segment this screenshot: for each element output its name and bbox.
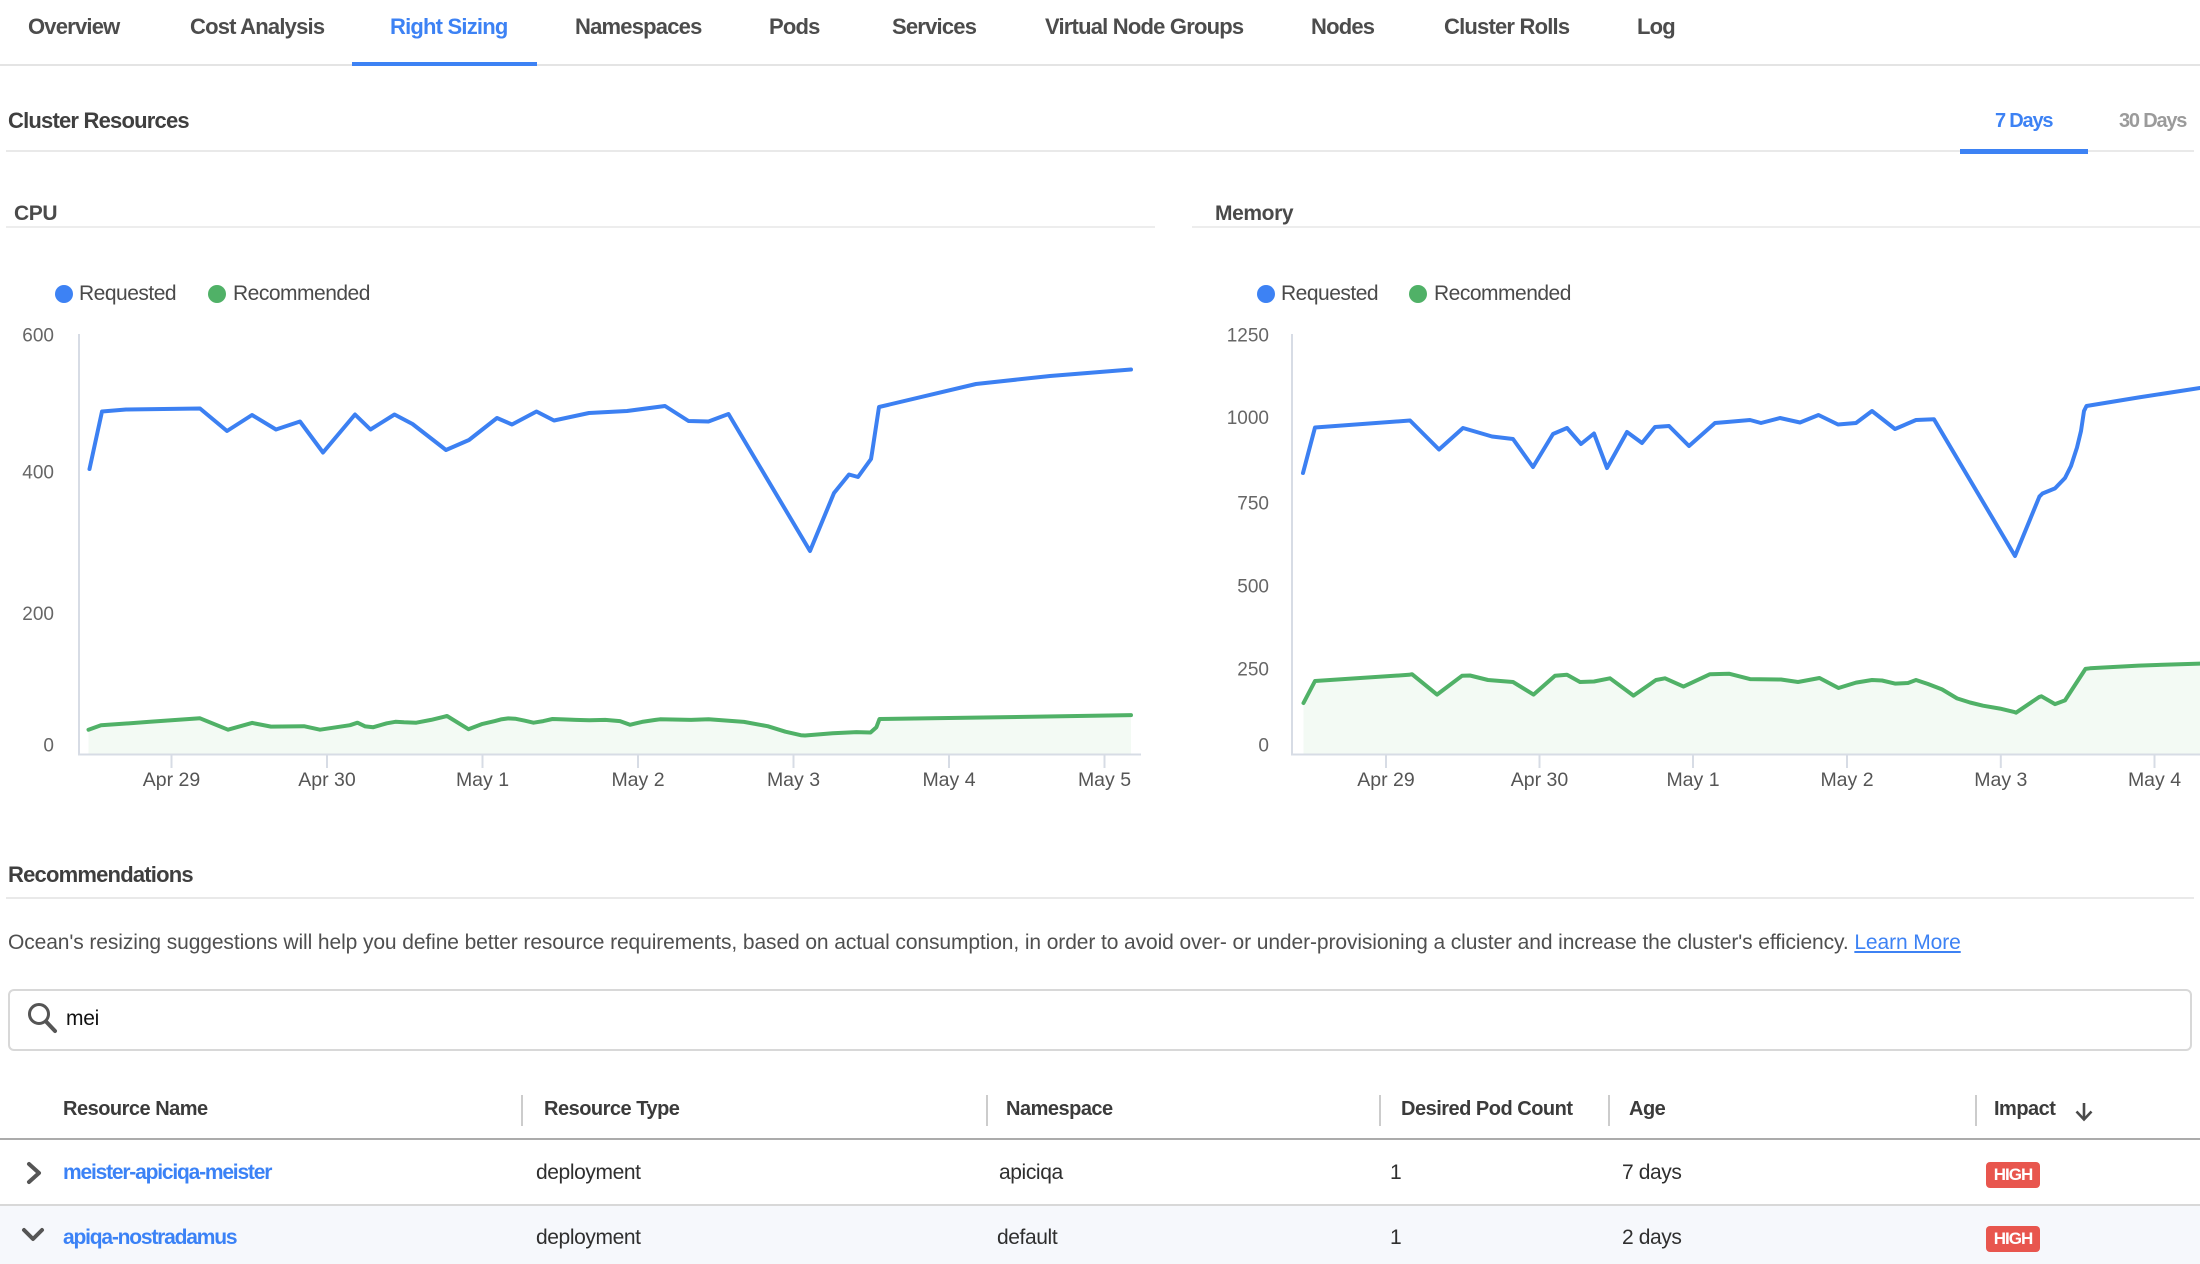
svg-text:Apr 29: Apr 29 bbox=[143, 769, 200, 791]
svg-text:0: 0 bbox=[1258, 736, 1269, 757]
svg-text:1250: 1250 bbox=[1227, 326, 1269, 347]
svg-text:May 2: May 2 bbox=[611, 769, 664, 791]
svg-text:750: 750 bbox=[1237, 494, 1269, 515]
svg-text:0: 0 bbox=[43, 736, 54, 757]
svg-text:1000: 1000 bbox=[1227, 408, 1269, 429]
svg-text:250: 250 bbox=[1237, 660, 1269, 681]
svg-text:May 3: May 3 bbox=[767, 769, 820, 791]
svg-text:Apr 30: Apr 30 bbox=[1511, 769, 1569, 791]
svg-text:May 5: May 5 bbox=[1078, 769, 1131, 791]
svg-text:Apr 29: Apr 29 bbox=[1357, 769, 1414, 791]
svg-text:May 4: May 4 bbox=[2128, 769, 2181, 791]
svg-text:May 3: May 3 bbox=[1974, 769, 2027, 791]
svg-text:400: 400 bbox=[22, 463, 54, 484]
svg-text:200: 200 bbox=[22, 604, 54, 625]
svg-text:May 1: May 1 bbox=[456, 769, 509, 791]
svg-text:May 1: May 1 bbox=[1666, 769, 1719, 791]
svg-text:May 4: May 4 bbox=[922, 769, 975, 791]
svg-text:600: 600 bbox=[22, 326, 54, 347]
svg-text:May 2: May 2 bbox=[1820, 769, 1873, 791]
svg-text:500: 500 bbox=[1237, 577, 1269, 598]
svg-text:Apr 30: Apr 30 bbox=[298, 769, 356, 791]
